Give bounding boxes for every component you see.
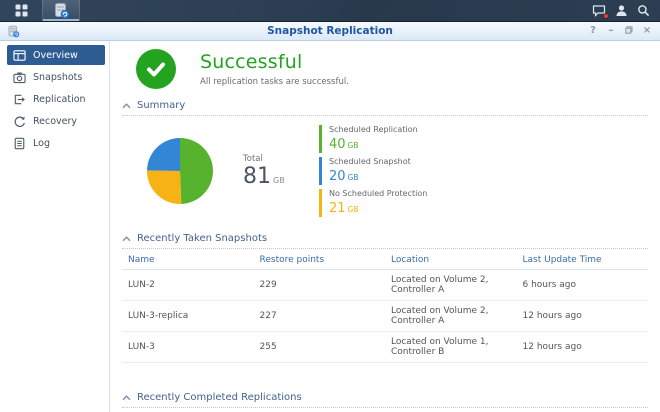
window-controls: ? – × <box>588 26 660 37</box>
column-header[interactable]: Last Update Time <box>517 251 649 270</box>
sidebar: Overview Snapshots Replication <box>0 41 110 412</box>
legend-unit: GB <box>348 205 359 214</box>
table-cell: 12 hours ago <box>517 301 649 332</box>
status-message: All replication tasks are successful. <box>200 77 349 87</box>
taskbar-app-snapshot-replication[interactable] <box>42 0 80 21</box>
collapse-caret-icon <box>122 395 131 401</box>
taskbar-tray <box>592 0 660 21</box>
usage-pie-chart <box>147 138 213 204</box>
main-menu-grid-icon <box>15 4 28 17</box>
taskbar <box>0 0 660 22</box>
collapse-caret-icon <box>122 103 131 109</box>
sidebar-item-replication[interactable]: Replication <box>7 89 105 109</box>
table-cell: 6 hours ago <box>517 270 649 301</box>
help-button[interactable]: ? <box>588 26 598 36</box>
table-cell: Located on Volume 2, Controller A <box>385 301 517 332</box>
status-title: Successful <box>200 51 349 73</box>
legend-item-scheduled-replication: Scheduled Replication 40GB <box>319 125 427 153</box>
section-title: Summary <box>137 100 185 111</box>
legend-label: Scheduled Replication <box>329 125 427 134</box>
window-app-icon <box>7 25 20 38</box>
window-body: Overview Snapshots Replication <box>0 41 660 412</box>
window-titlebar[interactable]: Snapshot Replication ? – × <box>0 22 660 41</box>
table-header-row: Name Restore points Location Last Update… <box>122 251 648 270</box>
overview-icon <box>13 49 26 62</box>
notifications-button[interactable] <box>592 4 606 17</box>
table-cell: LUN-3-replica <box>122 301 254 332</box>
sidebar-item-snapshots[interactable]: Snapshots <box>7 67 105 87</box>
window-title: Snapshot Replication <box>0 25 660 37</box>
total-value: 81 <box>243 164 271 189</box>
table-cell: Located on Volume 1, Controller B <box>385 332 517 363</box>
table-cell: LUN-2 <box>122 270 254 301</box>
person-icon <box>615 4 628 17</box>
summary-section-header[interactable]: Summary <box>122 97 648 116</box>
search-button[interactable] <box>637 4 650 17</box>
camera-icon <box>13 71 26 84</box>
sidebar-item-overview[interactable]: Overview <box>7 45 105 65</box>
maximize-button[interactable] <box>624 26 634 37</box>
legend-label: Scheduled Snapshot <box>329 157 427 166</box>
sidebar-item-recovery[interactable]: Recovery <box>7 111 105 131</box>
legend-item-no-scheduled-protection: No Scheduled Protection 21GB <box>319 189 427 217</box>
column-header[interactable]: Restore points <box>254 251 386 270</box>
column-header[interactable]: Name <box>122 251 254 270</box>
pie-legend: Scheduled Replication 40GB Scheduled Sna… <box>319 125 427 217</box>
replications-section-header[interactable]: Recently Completed Replications <box>122 389 648 408</box>
notification-unread-dot <box>603 13 609 19</box>
sidebar-item-label: Recovery <box>33 116 77 127</box>
user-menu-button[interactable] <box>615 4 628 17</box>
table-cell: Located on Volume 2, Controller A <box>385 270 517 301</box>
status-hero: Successful All replication tasks are suc… <box>136 49 648 89</box>
section-title: Recently Taken Snapshots <box>137 233 267 244</box>
table-row[interactable]: LUN-3-replica 227 Located on Volume 2, C… <box>122 301 648 332</box>
sidebar-item-label: Snapshots <box>33 72 82 83</box>
total-label: Total <box>243 154 305 164</box>
overview-content: Successful All replication tasks are suc… <box>110 41 660 412</box>
section-title: Recently Completed Replications <box>137 392 302 403</box>
sidebar-item-label: Log <box>33 138 50 149</box>
column-header[interactable]: Location <box>385 251 517 270</box>
main-menu-button[interactable] <box>0 0 42 21</box>
close-button[interactable]: × <box>642 26 652 36</box>
sidebar-item-label: Replication <box>33 94 86 105</box>
legend-item-scheduled-snapshot: Scheduled Snapshot 20GB <box>319 157 427 185</box>
legend-value: 21 <box>329 201 346 216</box>
table-row[interactable]: LUN-2 229 Located on Volume 2, Controlle… <box>122 270 648 301</box>
legend-value: 40 <box>329 137 346 152</box>
dsm-desktop: Snapshot Replication ? – × <box>0 0 660 412</box>
table-cell: LUN-3 <box>122 332 254 363</box>
summary-body: Total 81GB Scheduled Replication 40GB Sc… <box>122 116 648 224</box>
snapshot-replication-window: Snapshot Replication ? – × <box>0 22 660 412</box>
status-text: Successful All replication tasks are suc… <box>200 51 349 87</box>
table-cell: 229 <box>254 270 386 301</box>
total-unit: GB <box>273 176 285 185</box>
table-cell: 227 <box>254 301 386 332</box>
table-row[interactable]: LUN-3 255 Located on Volume 1, Controlle… <box>122 332 648 363</box>
legend-value: 20 <box>329 169 346 184</box>
collapse-caret-icon <box>122 236 131 242</box>
snapshot-replication-app-icon <box>53 2 70 19</box>
sidebar-item-log[interactable]: Log <box>7 133 105 153</box>
replication-icon <box>13 93 26 106</box>
success-check-icon <box>136 49 176 89</box>
legend-label: No Scheduled Protection <box>329 189 427 198</box>
minimize-button[interactable]: – <box>606 26 616 36</box>
legend-unit: GB <box>348 173 359 182</box>
magnifier-icon <box>637 4 650 17</box>
table-cell: 12 hours ago <box>517 332 649 363</box>
snapshots-table: Name Restore points Location Last Update… <box>122 251 648 363</box>
log-icon <box>13 137 26 150</box>
table-cell: 255 <box>254 332 386 363</box>
sidebar-item-label: Overview <box>33 50 78 61</box>
legend-unit: GB <box>348 141 359 150</box>
snapshots-section-header[interactable]: Recently Taken Snapshots <box>122 230 648 249</box>
recovery-icon <box>13 115 26 128</box>
total-block: Total 81GB <box>243 154 305 188</box>
